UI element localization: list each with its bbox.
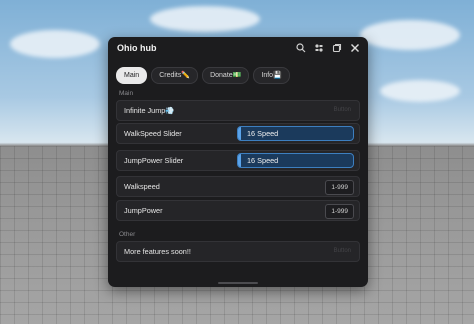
- walkspeed-label: Walkspeed: [124, 182, 160, 191]
- more-features-label: More features soon!!: [124, 247, 191, 256]
- window-title: Ohio hub: [117, 43, 157, 53]
- cloud: [10, 30, 100, 58]
- walkspeed-slider[interactable]: 16 Speed: [237, 126, 354, 141]
- walkspeed-slider-row: WalkSpeed Slider 16 Speed: [116, 123, 360, 144]
- slider-fill: [238, 127, 241, 140]
- tab-credits[interactable]: Credits✏️: [151, 67, 199, 84]
- slider-fill: [238, 154, 241, 167]
- slider-value: 16 Speed: [247, 156, 279, 165]
- button-hint: Button: [333, 248, 351, 254]
- slider-value: 16 Speed: [247, 129, 279, 138]
- search-icon[interactable]: [295, 42, 307, 54]
- jumppower-row: JumpPower 1-999: [116, 200, 360, 221]
- jumppower-input[interactable]: 1-999: [325, 204, 354, 219]
- jumppower-slider[interactable]: 16 Speed: [237, 153, 354, 168]
- minimize-icon[interactable]: [331, 42, 343, 54]
- walkspeed-row: Walkspeed 1-999: [116, 176, 360, 197]
- hub-window[interactable]: Ohio hub Main Credits✏️ Donate💵 Info💾 Ma…: [108, 37, 368, 287]
- infinite-jump-button[interactable]: Infinite Jump💨 Button: [116, 100, 360, 121]
- tab-info[interactable]: Info💾: [253, 67, 290, 84]
- drag-handle[interactable]: [218, 282, 258, 284]
- close-icon[interactable]: [349, 42, 361, 54]
- tab-donate[interactable]: Donate💵: [202, 67, 250, 84]
- cloud: [150, 6, 260, 32]
- cloud: [380, 80, 460, 102]
- titlebar[interactable]: Ohio hub: [108, 37, 368, 61]
- walkspeed-input[interactable]: 1-999: [325, 180, 354, 195]
- settings-icon[interactable]: [313, 42, 325, 54]
- jumppower-slider-label: JumpPower Slider: [124, 156, 184, 165]
- section-label-main: Main: [119, 90, 134, 97]
- cloud: [360, 20, 460, 50]
- jumppower-label: JumpPower: [124, 206, 163, 215]
- tab-bar: Main Credits✏️ Donate💵 Info💾: [116, 67, 290, 84]
- infinite-jump-label: Infinite Jump💨: [124, 106, 175, 115]
- tab-main[interactable]: Main: [116, 67, 148, 84]
- button-hint: Button: [333, 107, 351, 113]
- more-features-button[interactable]: More features soon!! Button: [116, 241, 360, 262]
- walkspeed-slider-label: WalkSpeed Slider: [124, 129, 182, 138]
- section-label-other: Other: [119, 231, 136, 238]
- jumppower-slider-row: JumpPower Slider 16 Speed: [116, 150, 360, 171]
- titlebar-icons: [295, 42, 361, 54]
